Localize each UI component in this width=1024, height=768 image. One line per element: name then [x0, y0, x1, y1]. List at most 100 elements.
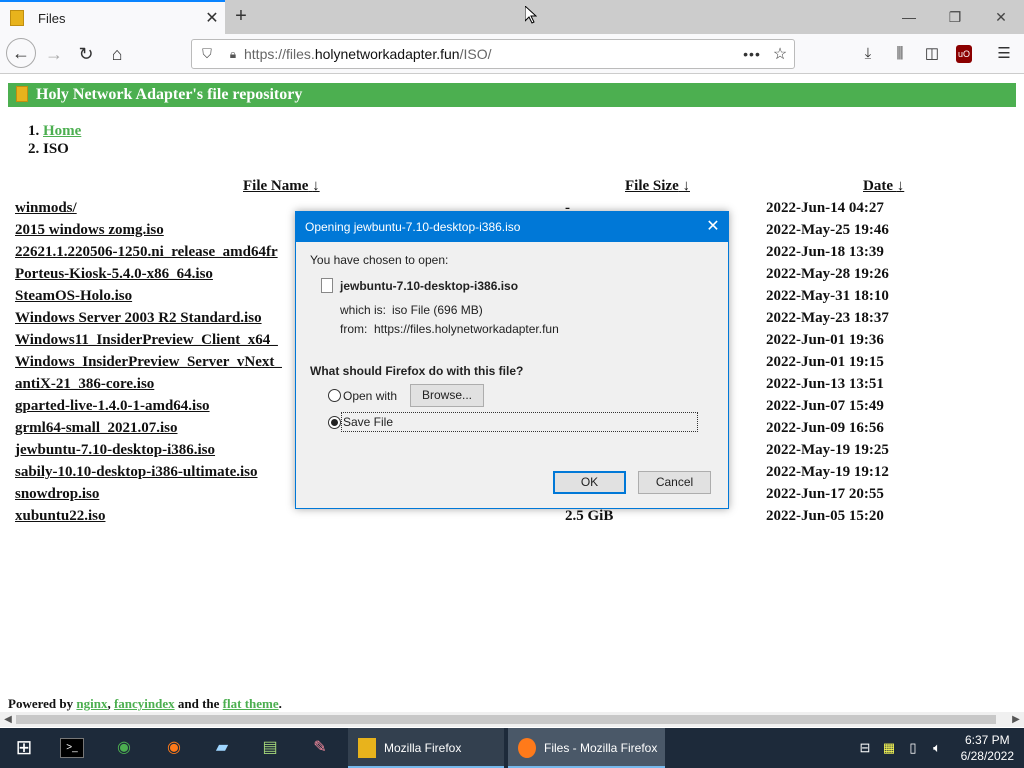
chosen-label: You have chosen to open: — [310, 253, 449, 267]
file-link[interactable]: Windows Server 2003 R2 Standard.iso — [15, 310, 262, 327]
nginx-link[interactable]: nginx — [76, 696, 107, 711]
dialog-titlebar: Opening jewbuntu-7.10-desktop-i386.iso ✕ — [296, 212, 728, 242]
home-button[interactable]: ⌂ — [103, 40, 131, 68]
scroll-right-icon[interactable]: ▶ — [1008, 712, 1024, 727]
flat-theme-link[interactable]: flat theme — [223, 696, 279, 711]
file-date: 2022-Jun-01 19:36 — [766, 332, 884, 348]
paint-icon[interactable]: ✎ — [306, 734, 334, 762]
file-link[interactable]: Windows_InsiderPreview_Server_vNext_ — [15, 354, 282, 371]
file-link[interactable]: SteamOS-Holo.iso — [15, 288, 132, 305]
scrollbar-thumb[interactable] — [16, 715, 996, 724]
dialog-close-icon[interactable]: ✕ — [698, 212, 728, 242]
firefox-icon[interactable]: ◉ — [160, 734, 188, 762]
sort-by-name-link[interactable]: File Name ↓ — [243, 178, 320, 195]
nav-bar: ← → ↻ ⌂ ⛉ 🔒︎ https://files.holynetworkad… — [0, 34, 1024, 74]
open-with-radio[interactable] — [328, 389, 341, 402]
network-icon[interactable]: ⊟ — [856, 740, 874, 756]
windows-start-icon[interactable]: ⊞ — [10, 734, 38, 762]
back-button[interactable]: ← — [6, 38, 36, 68]
ublock-icon[interactable]: uO — [956, 45, 972, 63]
menu-icon[interactable]: ☰ — [990, 40, 1018, 68]
usb-icon[interactable]: ▯ — [904, 740, 922, 756]
save-file-label[interactable]: Save File — [343, 415, 393, 429]
browse-button[interactable]: Browse... — [410, 384, 484, 407]
dialog-title: Opening jewbuntu-7.10-desktop-i386.iso — [305, 220, 521, 234]
sort-by-size-link[interactable]: File Size ↓ — [625, 178, 690, 195]
dialog-question: What should Firefox do with this file? — [310, 364, 524, 378]
file-date: 2022-May-23 18:37 — [766, 310, 889, 326]
file-icon — [321, 278, 333, 293]
new-tab-button[interactable]: + — [230, 4, 252, 28]
scroll-left-icon[interactable]: ◀ — [0, 712, 16, 727]
restore-button[interactable]: ❐ — [932, 0, 978, 34]
downloads-icon[interactable]: ⤓ — [854, 40, 882, 68]
file-source-label: from: — [340, 322, 368, 336]
save-file-focus — [341, 412, 698, 432]
close-tab-icon[interactable]: ✕ — [199, 8, 225, 28]
file-date: 2022-May-19 19:25 — [766, 442, 889, 458]
file-link[interactable]: winmods/ — [15, 200, 77, 217]
shield-icon[interactable]: ⛉ — [192, 46, 222, 62]
display-icon[interactable]: ▦ — [880, 740, 898, 756]
file-date: 2022-Jun-07 15:49 — [766, 398, 884, 414]
sort-by-date-link[interactable]: Date ↓ — [863, 178, 904, 195]
clock[interactable]: 6:37 PM 6/28/2022 — [961, 732, 1014, 764]
file-date: 2022-Jun-01 19:15 — [766, 354, 884, 370]
file-link[interactable]: gparted-live-1.4.0-1-amd64.iso — [15, 398, 210, 415]
tab-title: Files — [38, 10, 66, 26]
forward-button[interactable]: → — [40, 40, 68, 68]
breadcrumb-current: ISO — [43, 141, 69, 157]
file-link[interactable]: sabily-10.10-desktop-i386-ultimate.iso — [15, 464, 258, 481]
open-with-label[interactable]: Open with — [343, 389, 397, 403]
file-link[interactable]: antiX-21_386-core.iso — [15, 376, 154, 393]
page-actions-icon[interactable]: ••• — [738, 46, 766, 62]
chrome-icon[interactable]: ◉ — [110, 734, 138, 762]
taskbar-task-files-firefox[interactable]: Files - Mozilla Firefox — [508, 728, 665, 768]
minimize-button[interactable]: — — [886, 0, 932, 34]
page-footer: Powered by nginx, fancyindex and the fla… — [8, 696, 282, 711]
taskbar-task-firefox[interactable]: Mozilla Firefox — [348, 728, 504, 768]
file-link[interactable]: grml64-small_2021.07.iso — [15, 420, 178, 437]
reload-button[interactable]: ↻ — [72, 40, 100, 68]
tab-strip: Files ✕ + — ❐ ✕ — [0, 0, 1024, 34]
tab-files[interactable]: Files ✕ — [0, 0, 225, 34]
file-link[interactable]: 2015 windows zomg.iso — [15, 222, 164, 239]
window-close-button[interactable]: ✕ — [978, 0, 1024, 34]
file-date: 2022-May-28 19:26 — [766, 266, 889, 282]
file-link[interactable]: Windows11_InsiderPreview_Client_x64_ — [15, 332, 278, 349]
file-date: 2022-Jun-18 13:39 — [766, 244, 884, 260]
terminal-icon[interactable]: >_ — [60, 738, 84, 758]
file-link[interactable]: jewbuntu-7.10-desktop-i386.iso — [15, 442, 215, 459]
sidebar-icon[interactable]: ◫ — [918, 40, 946, 68]
library-icon[interactable]: ⫼ — [886, 40, 914, 68]
repository-header: Holy Network Adapter's file repository — [8, 83, 1016, 107]
cancel-button[interactable]: Cancel — [638, 471, 711, 494]
folder-icon — [10, 10, 24, 26]
firefox-icon — [518, 738, 536, 758]
folder-icon — [16, 86, 28, 102]
file-source-value: https://files.holynetworkadapter.fun — [374, 322, 559, 336]
file-type-label: which is: — [340, 303, 387, 317]
page-title: Holy Network Adapter's file repository — [36, 86, 303, 103]
save-file-radio[interactable] — [328, 416, 341, 429]
file-link[interactable]: Porteus-Kiosk-5.4.0-x86_64.iso — [15, 266, 213, 283]
ok-button[interactable]: OK — [553, 471, 626, 494]
volume-icon[interactable]: 🔈︎ — [928, 740, 946, 756]
file-link[interactable]: snowdrop.iso — [15, 486, 99, 503]
taskbar: ⊞ >_ ◉ ◉ ▰ ▤ ✎ Mozilla Firefox Files - M… — [0, 728, 1024, 768]
file-date: 2022-Jun-13 13:51 — [766, 376, 884, 392]
file-link[interactable]: xubuntu22.iso — [15, 508, 105, 525]
clock-time: 6:37 PM — [964, 733, 1010, 747]
url-text[interactable]: https://files.holynetworkadapter.fun/ISO… — [244, 46, 738, 62]
url-bar[interactable]: ⛉ 🔒︎ https://files.holynetworkadapter.fu… — [191, 39, 795, 69]
file-link[interactable]: 22621.1.220506-1250.ni_release_amd64fr — [15, 244, 278, 261]
horizontal-scrollbar[interactable]: ◀ ▶ — [0, 712, 1024, 727]
chart-app-icon[interactable]: ▤ — [256, 734, 284, 762]
fancyindex-link[interactable]: fancyindex — [114, 696, 175, 711]
breadcrumb-home-link[interactable]: Home — [43, 123, 81, 139]
file-date: 2022-Jun-05 15:20 — [766, 508, 884, 524]
table-row: xubuntu22.iso 2.5 GiB 2022-Jun-05 15:20 — [15, 508, 1015, 530]
lock-icon[interactable]: 🔒︎ — [222, 47, 244, 62]
bookmark-star-icon[interactable]: ☆ — [766, 44, 794, 64]
notepad-icon[interactable]: ▰ — [208, 734, 236, 762]
